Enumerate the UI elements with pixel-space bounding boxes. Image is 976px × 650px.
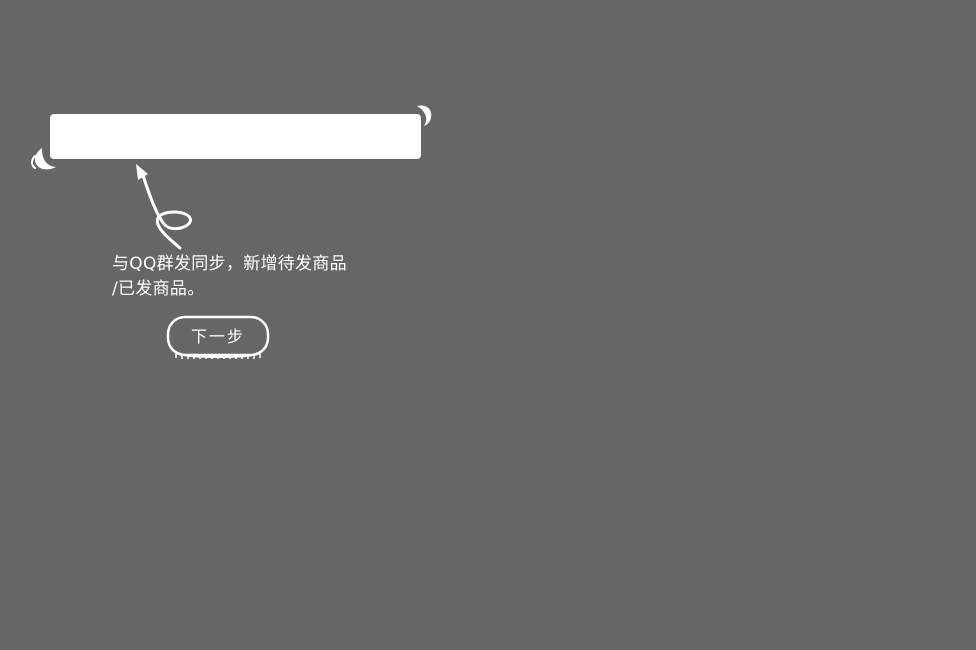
- next-step-button[interactable]: 下一步: [166, 315, 270, 361]
- tip-line-2: /已发商品。: [112, 279, 205, 299]
- highlight-target-area[interactable]: [50, 114, 421, 159]
- guide-overlay: 与QQ群发同步，新增待发商品 /已发商品。 下一步: [0, 0, 976, 650]
- curly-arrow-icon: [136, 164, 192, 250]
- guide-tip-text: 与QQ群发同步，新增待发商品 /已发商品。: [112, 252, 402, 302]
- tip-line-1: 与QQ群发同步，新增待发商品: [112, 254, 347, 274]
- next-step-label: 下一步: [190, 327, 245, 346]
